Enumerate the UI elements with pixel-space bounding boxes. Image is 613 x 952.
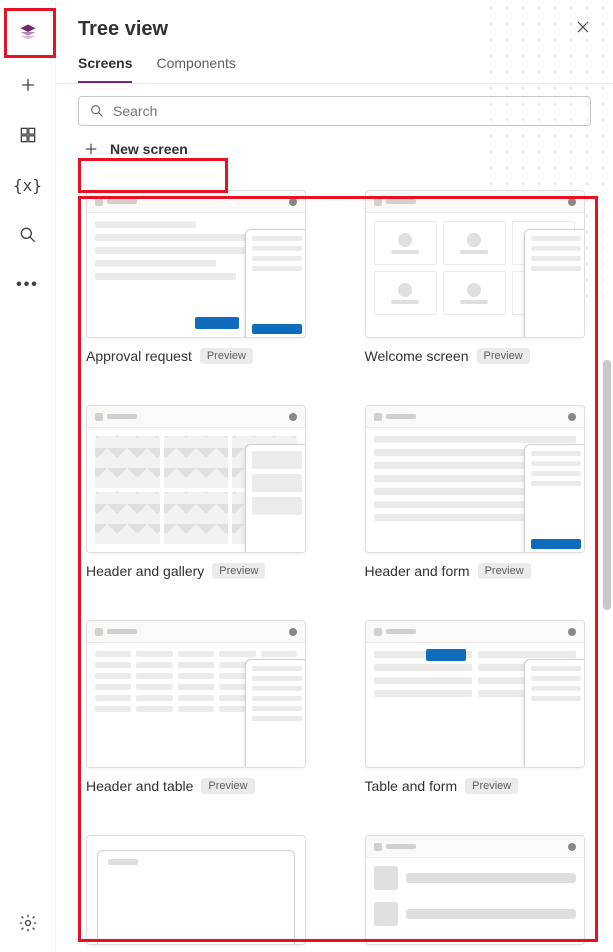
tab-screens[interactable]: Screens — [78, 55, 132, 83]
plus-icon — [82, 140, 100, 158]
more-icon[interactable]: ••• — [17, 274, 39, 296]
preview-badge: Preview — [465, 778, 518, 794]
scrollbar-thumb[interactable] — [603, 360, 611, 610]
left-rail: {x} ••• — [0, 0, 56, 952]
tree-view-panel: Tree view Screens Components New screen — [56, 0, 613, 952]
template-label: Approval request — [86, 348, 192, 364]
template-label: Header and form — [365, 563, 470, 579]
preview-badge: Preview — [478, 563, 531, 579]
settings-icon[interactable] — [17, 912, 39, 934]
template-header-gallery[interactable]: Header and gallery Preview — [86, 405, 325, 586]
variables-icon[interactable]: {x} — [17, 174, 39, 196]
preview-badge: Preview — [201, 778, 254, 794]
panel-title: Tree view — [78, 18, 168, 41]
search-icon — [89, 103, 105, 119]
template-table-form[interactable]: Table and form Preview — [365, 620, 604, 801]
template-header-table[interactable]: Header and table Preview — [86, 620, 325, 801]
template-label: Header and gallery — [86, 563, 204, 579]
template-label: Table and form — [365, 778, 458, 794]
preview-badge: Preview — [200, 348, 253, 364]
template-gallery: Approval request Preview Welcome scree — [56, 164, 613, 952]
preview-badge: Preview — [477, 348, 530, 364]
new-screen-label: New screen — [110, 141, 188, 157]
preview-badge: Preview — [212, 563, 265, 579]
tree-view-icon[interactable] — [14, 18, 42, 46]
template-label: Welcome screen — [365, 348, 469, 364]
data-icon[interactable] — [17, 124, 39, 146]
template-browser[interactable] — [86, 835, 325, 952]
insert-icon[interactable] — [17, 74, 39, 96]
tab-components[interactable]: Components — [156, 55, 235, 83]
template-welcome-screen[interactable]: Welcome screen Preview — [365, 190, 604, 371]
template-header-form[interactable]: Header and form Preview — [365, 405, 604, 586]
template-approval-request[interactable]: Approval request Preview — [86, 190, 325, 371]
rail-search-icon[interactable] — [17, 224, 39, 246]
new-screen-button[interactable]: New screen — [78, 134, 192, 164]
template-list[interactable] — [365, 835, 604, 952]
template-label: Header and table — [86, 778, 193, 794]
